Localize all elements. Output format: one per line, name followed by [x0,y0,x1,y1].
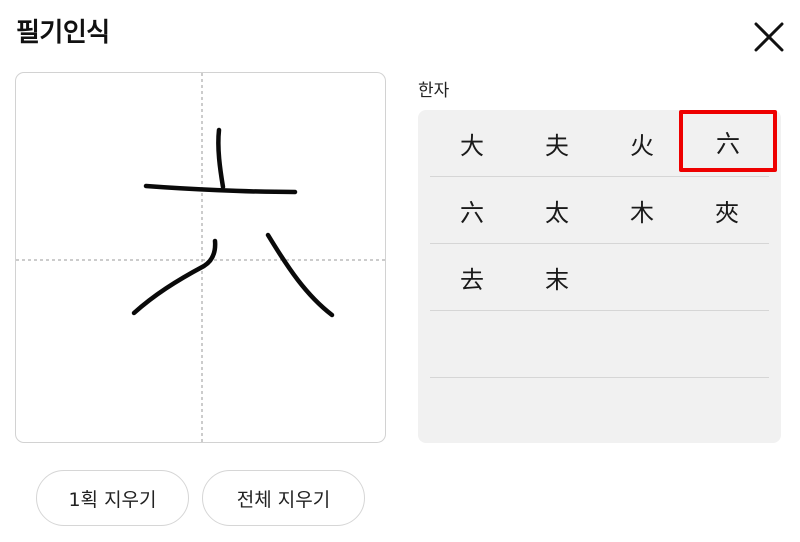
candidate-char[interactable]: 大 [430,110,514,176]
erase-all-button[interactable]: 전체 지우기 [202,470,365,526]
candidate-char [600,244,684,310]
page-title: 필기인식 [16,18,110,48]
candidate-char[interactable]: 末 [515,244,599,310]
close-icon[interactable] [752,20,786,54]
candidate-char [685,244,769,310]
candidate-char[interactable]: 火 [600,110,684,176]
candidate-row [430,311,769,378]
candidate-char[interactable]: 去 [430,244,514,310]
handwritten-strokes [131,127,335,318]
results-category-label: 한자 [418,81,450,101]
candidate-list: 大 夫 火 六 六 太 木 夾 去 末 [418,110,781,443]
candidate-char-highlighted[interactable]: 六 [679,110,777,172]
handwriting-canvas[interactable] [15,72,386,443]
candidate-row: 六 太 木 夾 [430,177,769,244]
erase-stroke-button[interactable]: 1획 지우기 [36,470,189,526]
candidate-char[interactable]: 木 [600,177,684,243]
candidate-char[interactable]: 六 [430,177,514,243]
candidate-row: 大 夫 火 六 [430,110,777,177]
candidate-row: 去 末 [430,244,769,311]
candidate-char[interactable]: 太 [515,177,599,243]
candidate-char[interactable]: 夫 [515,110,599,176]
candidate-char[interactable]: 夾 [685,177,769,243]
